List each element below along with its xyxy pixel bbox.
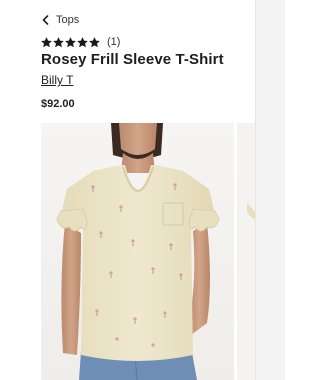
- panel-divider: [255, 0, 256, 380]
- brand-link[interactable]: Billy T: [41, 73, 73, 87]
- star-rating: [41, 36, 100, 48]
- star-icon: [53, 36, 64, 47]
- review-count: (1): [107, 36, 121, 48]
- product-title: Rosey Frill Sleeve T-Shirt: [41, 51, 224, 68]
- rating[interactable]: (1): [41, 36, 120, 48]
- breadcrumb[interactable]: Tops: [42, 12, 79, 28]
- chevron-left-icon: [42, 15, 49, 25]
- star-icon: [65, 36, 76, 47]
- star-icon: [89, 36, 100, 47]
- next-image-peek[interactable]: [237, 123, 255, 380]
- product-image[interactable]: [41, 123, 234, 380]
- adjacent-panel-edge: [255, 0, 285, 380]
- star-icon: [41, 36, 52, 47]
- product-price: $92.00: [41, 98, 75, 110]
- star-icon: [77, 36, 88, 47]
- breadcrumb-label: Tops: [56, 14, 80, 26]
